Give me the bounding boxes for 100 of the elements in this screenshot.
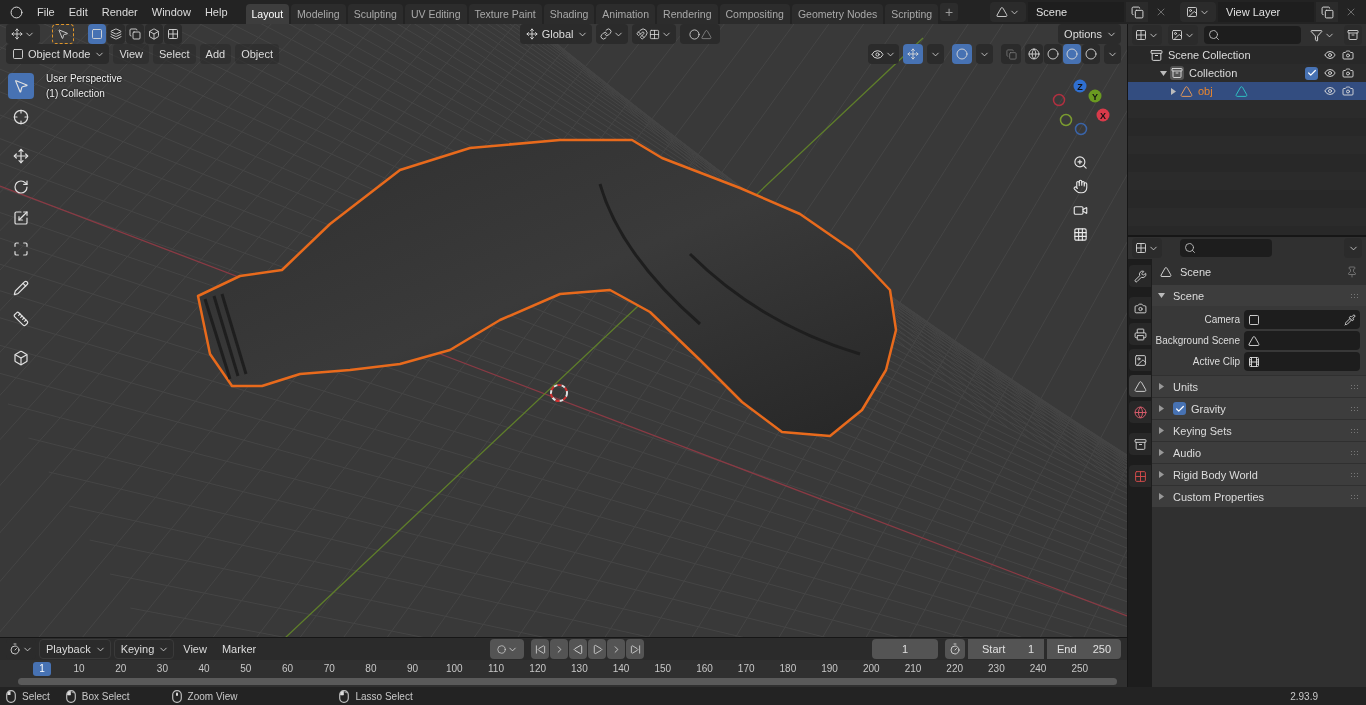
display-mode-button[interactable] [1168, 25, 1198, 45]
disclosure-triangle-icon[interactable] [1158, 405, 1165, 412]
workspace-tab[interactable]: Texture Paint [468, 4, 542, 24]
object-field[interactable] [1244, 352, 1360, 371]
playhead-frame[interactable]: 1 [33, 662, 51, 676]
copy-button[interactable] [1316, 2, 1338, 22]
viewport-menu[interactable]: View [113, 44, 150, 64]
panel-checkbox[interactable] [1173, 402, 1186, 415]
workspace-tab[interactable]: Shading [543, 4, 595, 24]
workspace-tab[interactable]: Modeling [291, 4, 346, 24]
menu-item[interactable]: Window [145, 3, 197, 21]
viewport-menu[interactable]: Select [153, 44, 196, 64]
select-mode-button[interactable] [88, 24, 106, 44]
new-collection-button[interactable] [1344, 25, 1362, 45]
shading-mode-button[interactable] [1082, 44, 1100, 64]
snap-button[interactable] [632, 24, 677, 44]
select-mode-button[interactable] [145, 24, 163, 44]
object-field[interactable] [1244, 331, 1360, 350]
jump-end-button[interactable] [626, 639, 645, 659]
orientation-dropdown[interactable]: Global [519, 24, 593, 44]
scene-selector-button[interactable] [990, 2, 1026, 22]
editor-type-button[interactable] [1132, 238, 1162, 258]
axis-handle[interactable] [1074, 122, 1088, 136]
axis-handle[interactable] [1052, 93, 1066, 107]
view-layer-field[interactable]: View Layer [1218, 2, 1314, 22]
jump-start-button[interactable] [531, 639, 550, 659]
menu-item[interactable]: Edit [62, 3, 94, 21]
pencil-icon [13, 280, 29, 296]
axis-handle[interactable]: X [1096, 108, 1110, 122]
properties-tab[interactable] [1129, 323, 1151, 345]
view-layer-selector-button[interactable] [1180, 2, 1216, 22]
shading-mode-button[interactable] [1063, 44, 1081, 64]
workspace-tab[interactable]: Layout [245, 4, 290, 24]
select-mode-button[interactable] [126, 24, 144, 44]
axis-handle[interactable]: Y [1088, 89, 1102, 103]
copy-button[interactable] [1126, 2, 1148, 22]
editor-type-button[interactable] [6, 24, 40, 44]
next-keyframe-button[interactable] [607, 639, 626, 659]
workspace-tab[interactable]: Compositing [719, 4, 790, 24]
properties-tab[interactable] [1129, 375, 1151, 397]
scene-field[interactable]: Scene [1028, 2, 1124, 22]
end-frame-field[interactable]: End 250 [1047, 639, 1121, 659]
preview-range-button[interactable] [945, 639, 965, 659]
search-field[interactable] [1180, 239, 1272, 257]
properties-tab[interactable] [1129, 433, 1151, 455]
pivot-button[interactable] [596, 24, 629, 44]
workspace-tab[interactable]: Animation [596, 4, 656, 24]
select-mode-button[interactable] [107, 24, 125, 44]
proportional-edit-button[interactable] [680, 24, 721, 44]
disclosure-triangle-icon[interactable] [1158, 292, 1165, 299]
menu-item[interactable]: Help [198, 3, 234, 21]
workspace-tab[interactable]: Scripting [885, 4, 939, 24]
disclosure-triangle-icon[interactable] [1158, 449, 1165, 456]
mode-dropdown[interactable]: Object Mode [6, 44, 110, 64]
editor-type-button[interactable] [1132, 25, 1162, 45]
frame-number: 70 [323, 663, 335, 674]
timeline-menu[interactable]: Marker [215, 639, 263, 659]
disclosure-triangle-icon[interactable] [1158, 471, 1165, 478]
current-frame-field[interactable]: 1 [872, 639, 938, 659]
workspace-tab[interactable]: Geometry Nodes [791, 4, 884, 24]
select-mode-button[interactable] [164, 24, 182, 44]
properties-tab[interactable] [1129, 265, 1151, 287]
options-dropdown[interactable]: Options [1058, 24, 1121, 44]
properties-tab[interactable] [1129, 349, 1151, 371]
timeline-dropdown[interactable]: Playback [39, 639, 111, 659]
visibility-button[interactable] [868, 44, 899, 64]
properties-tab[interactable] [1129, 297, 1151, 319]
workspace-tab[interactable]: Rendering [657, 4, 718, 24]
viewport-menu[interactable]: Add [199, 44, 232, 64]
record-button[interactable] [490, 639, 525, 659]
overlay-toggle-button[interactable] [952, 44, 972, 64]
play-button[interactable] [588, 639, 607, 659]
workspace-tab[interactable]: UV Editing [404, 4, 467, 24]
viewport-menu[interactable]: Object [235, 44, 279, 64]
timeline-scrollbar[interactable] [18, 678, 1117, 685]
axis-handle[interactable] [1059, 113, 1073, 127]
exclude-checkbox[interactable] [1305, 66, 1318, 80]
tool-button[interactable] [8, 73, 34, 99]
timeline-menu[interactable]: View [177, 639, 213, 659]
object-field[interactable] [1244, 310, 1360, 329]
play-reverse-button[interactable] [569, 639, 588, 659]
disclosure-triangle-icon[interactable] [1158, 383, 1165, 390]
search-field[interactable] [1204, 26, 1301, 44]
shading-mode-button[interactable] [1044, 44, 1062, 64]
gizmo-toggle-button[interactable] [903, 44, 923, 64]
axis-handle[interactable]: Z [1073, 79, 1087, 93]
prev-keyframe-button[interactable] [550, 639, 569, 659]
disclosure-triangle-icon[interactable] [1170, 87, 1177, 95]
workspace-tab[interactable]: Sculpting [347, 4, 403, 24]
menu-item[interactable]: Render [95, 3, 144, 21]
disclosure-triangle-icon[interactable] [1160, 69, 1167, 77]
shading-mode-button[interactable] [1025, 44, 1043, 64]
add-workspace-button[interactable]: + [940, 3, 959, 21]
properties-tab[interactable] [1129, 401, 1151, 423]
start-frame-field[interactable]: Start 1 [968, 639, 1044, 659]
disclosure-triangle-icon[interactable] [1158, 427, 1165, 434]
properties-tab[interactable] [1129, 465, 1151, 487]
menu-item[interactable]: File [31, 3, 61, 21]
timeline-dropdown[interactable]: Keying [113, 639, 175, 659]
disclosure-triangle-icon[interactable] [1158, 493, 1165, 500]
